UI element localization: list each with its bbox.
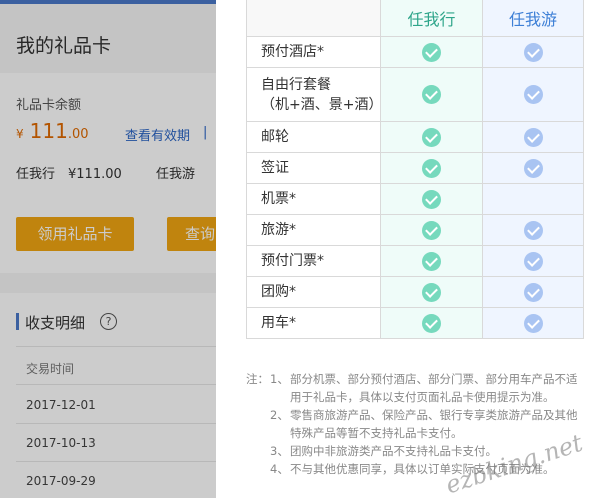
check-circle-icon: [422, 85, 441, 104]
row-label: 机票*: [246, 183, 381, 215]
cell-renwoxing: [380, 183, 483, 215]
table-row: 预付门票*: [246, 245, 584, 277]
header-blank: [246, 0, 381, 37]
table-row: 签证: [246, 152, 584, 184]
table-row: 邮轮: [246, 121, 584, 153]
cell-renwoxing: [380, 245, 483, 277]
cell-renwoyou: [482, 36, 584, 68]
header-renwoxing: 任我行: [380, 0, 483, 37]
check-circle-icon: [523, 85, 543, 104]
note-number: 4、: [270, 462, 289, 476]
note-number: 1、: [270, 372, 289, 386]
check-circle-icon: [422, 127, 441, 147]
check-circle-icon: [523, 220, 543, 240]
table-row: 旅游*: [246, 214, 584, 246]
check-circle-icon: [422, 282, 441, 302]
note-item: 2、 零售商旅游产品、保险产品、银行专享类旅游产品及其他特殊产品等暂不支持礼品卡支…: [246, 406, 586, 442]
check-circle-icon: [422, 189, 441, 209]
note-text: 部分机票、部分预付酒店、部分门票、部分用车产品不适用于礼品卡，具体以支付页面礼品…: [290, 372, 578, 404]
note-number: 3、: [270, 444, 289, 458]
check-circle-icon: [523, 313, 543, 333]
cell-renwoyou: [482, 276, 584, 308]
check-circle-icon: [523, 127, 543, 147]
cell-renwoyou: [482, 214, 584, 246]
row-label: 旅游*: [246, 214, 381, 246]
row-label: 邮轮: [246, 121, 381, 153]
row-label: 签证: [246, 152, 381, 184]
cell-renwoyou: [482, 121, 584, 153]
cell-renwoxing: [380, 152, 483, 184]
cell-renwoyou: [482, 152, 584, 184]
cell-renwoxing: [380, 36, 483, 68]
check-circle-icon: [422, 251, 441, 271]
cell-renwoxing: [380, 307, 483, 339]
cell-renwoyou: [482, 245, 584, 277]
table-row: 预付酒店*: [246, 36, 584, 68]
cell-renwoyou: [482, 183, 584, 215]
cell-renwoxing: [380, 67, 483, 122]
table-row: 用车*: [246, 307, 584, 339]
cell-renwoxing: [380, 121, 483, 153]
check-circle-icon: [523, 42, 543, 62]
table-header-row: 任我行 任我游: [246, 0, 584, 37]
check-circle-icon: [523, 282, 543, 302]
check-circle-icon: [422, 313, 441, 333]
note-prefix: 注：: [246, 372, 269, 386]
table-row: 团购*: [246, 276, 584, 308]
check-circle-icon: [422, 42, 441, 62]
note-item: 注： 1、 部分机票、部分预付酒店、部分门票、部分用车产品不适用于礼品卡，具体以支付…: [246, 370, 586, 406]
cell-renwoyou: [482, 67, 584, 122]
check-circle-icon: [422, 158, 441, 178]
modal-overlay[interactable]: [0, 0, 216, 498]
check-circle-icon: [422, 220, 441, 240]
gift-card-page: 我的礼品卡 礼品卡余额 ¥111.00 查看有效期 | 任我行 ¥111.00 …: [0, 0, 216, 498]
table-row: 自由行套餐 （机+酒、景+酒）: [246, 67, 584, 122]
row-label: 团购*: [246, 276, 381, 308]
header-renwoyou: 任我游: [482, 0, 584, 37]
note-number: 2、: [270, 408, 289, 422]
note-text: 团购中非旅游类产品不支持礼品卡支付。: [290, 444, 497, 458]
check-circle-icon: [523, 158, 543, 178]
table-row: 机票*: [246, 183, 584, 215]
note-text: 零售商旅游产品、保险产品、银行专享类旅游产品及其他特殊产品等暂不支持礼品卡支付。: [290, 408, 578, 440]
cell-renwoxing: [380, 214, 483, 246]
cell-renwoyou: [482, 307, 584, 339]
row-label: 自由行套餐 （机+酒、景+酒）: [246, 67, 382, 122]
cell-renwoxing: [380, 276, 483, 308]
check-circle-icon: [523, 251, 543, 271]
row-label: 预付门票*: [246, 245, 381, 277]
card-comparison-popup: 任我行 任我游 预付酒店* 自由行套餐 （机+酒、景+酒） 邮轮 签证 机票* 旅游* 预付…: [216, 0, 597, 499]
row-label: 用车*: [246, 307, 381, 339]
row-label: 预付酒店*: [246, 36, 381, 68]
comparison-table: 任我行 任我游 预付酒店* 自由行套餐 （机+酒、景+酒） 邮轮 签证 机票* 旅游* 预付…: [246, 0, 584, 339]
